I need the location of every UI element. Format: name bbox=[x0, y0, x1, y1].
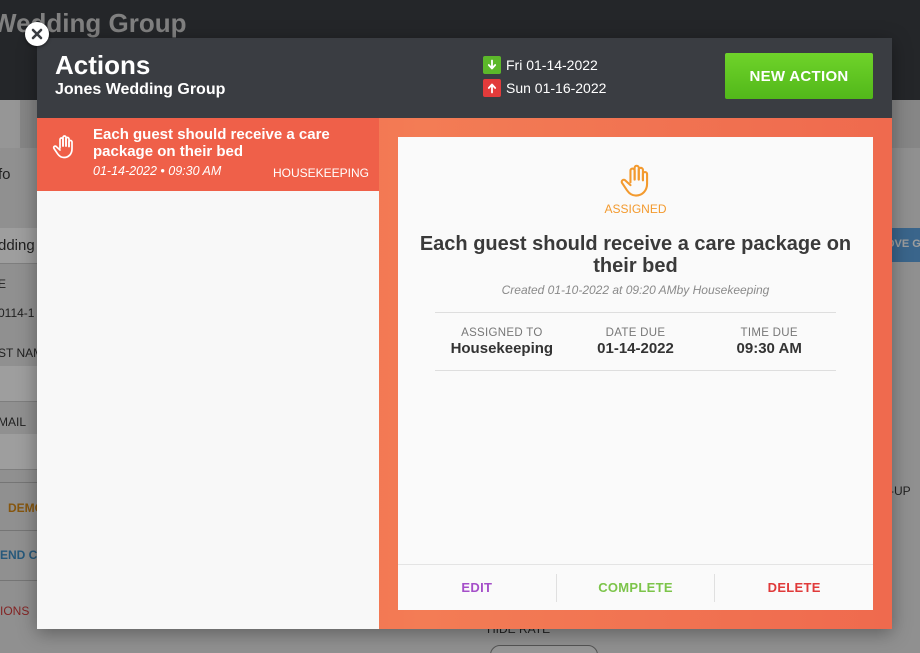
background-divider bbox=[0, 482, 40, 483]
background-field bbox=[0, 434, 40, 470]
background-label: MAIL bbox=[0, 415, 27, 429]
background-divider bbox=[0, 530, 40, 531]
delete-button[interactable]: DELETE bbox=[715, 580, 873, 595]
background-label: E bbox=[0, 277, 7, 291]
date-due-value: 01-14-2022 bbox=[597, 340, 674, 357]
time-due-column: TIME DUE 09:30 AM bbox=[702, 313, 836, 370]
time-due-label: TIME DUE bbox=[740, 327, 798, 339]
hand-icon bbox=[618, 163, 654, 204]
assigned-to-value: Housekeeping bbox=[450, 340, 554, 357]
hand-icon bbox=[51, 134, 77, 165]
modal-title: Actions bbox=[55, 50, 151, 80]
background-label: IONS bbox=[0, 604, 30, 618]
background-pill bbox=[490, 645, 598, 653]
arrow-up-icon bbox=[483, 79, 501, 97]
list-item-title: Each guest should receive a care package… bbox=[93, 126, 330, 160]
background-label: -UP bbox=[890, 484, 911, 498]
list-item[interactable]: Each guest should receive a care package… bbox=[37, 118, 379, 191]
list-item-department: HOUSEKEEPING bbox=[272, 166, 369, 180]
background-active-tab bbox=[0, 100, 20, 148]
status-badge: ASSIGNED bbox=[604, 202, 667, 216]
background-field bbox=[0, 366, 40, 402]
arrival-date: Fri 01-14-2022 bbox=[483, 56, 598, 74]
new-action-button[interactable]: NEW ACTION bbox=[725, 53, 873, 99]
created-info: Created 01-10-2022 at 09:20 AMby Houseke… bbox=[501, 283, 770, 297]
departure-date-text: Sun 01-16-2022 bbox=[506, 80, 607, 96]
complete-button[interactable]: COMPLETE bbox=[557, 580, 715, 595]
action-info-row: ASSIGNED TO Housekeeping DATE DUE 01-14-… bbox=[435, 312, 836, 371]
close-icon bbox=[31, 28, 43, 40]
background-divider bbox=[0, 580, 40, 581]
list-item-datetime: 01-14-2022 • 09:30 AM bbox=[93, 164, 222, 178]
action-buttons-bar: EDIT COMPLETE DELETE bbox=[398, 564, 873, 610]
close-button[interactable] bbox=[25, 22, 49, 46]
time-due-value: 09:30 AM bbox=[736, 340, 802, 357]
modal-header: Actions Jones Wedding Group Fri 01-14-20… bbox=[37, 38, 892, 118]
departure-date: Sun 01-16-2022 bbox=[483, 79, 606, 97]
edit-button[interactable]: EDIT bbox=[398, 580, 556, 595]
background-label: dding bbox=[0, 237, 35, 254]
arrow-down-icon bbox=[483, 56, 501, 74]
assigned-to-column: ASSIGNED TO Housekeeping bbox=[435, 313, 569, 370]
actions-modal: Actions Jones Wedding Group Fri 01-14-20… bbox=[37, 38, 892, 629]
date-due-label: DATE DUE bbox=[605, 327, 666, 339]
modal-subtitle: Jones Wedding Group bbox=[55, 81, 226, 98]
action-detail-card: ASSIGNED Each guest should receive a car… bbox=[398, 137, 873, 610]
background-label: fo bbox=[0, 166, 11, 183]
action-list-empty-area bbox=[37, 191, 379, 629]
arrival-date-text: Fri 01-14-2022 bbox=[506, 57, 598, 73]
action-title: Each guest should receive a care package… bbox=[419, 233, 852, 277]
date-due-column: DATE DUE 01-14-2022 bbox=[569, 313, 703, 370]
background-label: 0114-1 bbox=[0, 306, 35, 320]
assigned-to-label: ASSIGNED TO bbox=[461, 327, 543, 339]
